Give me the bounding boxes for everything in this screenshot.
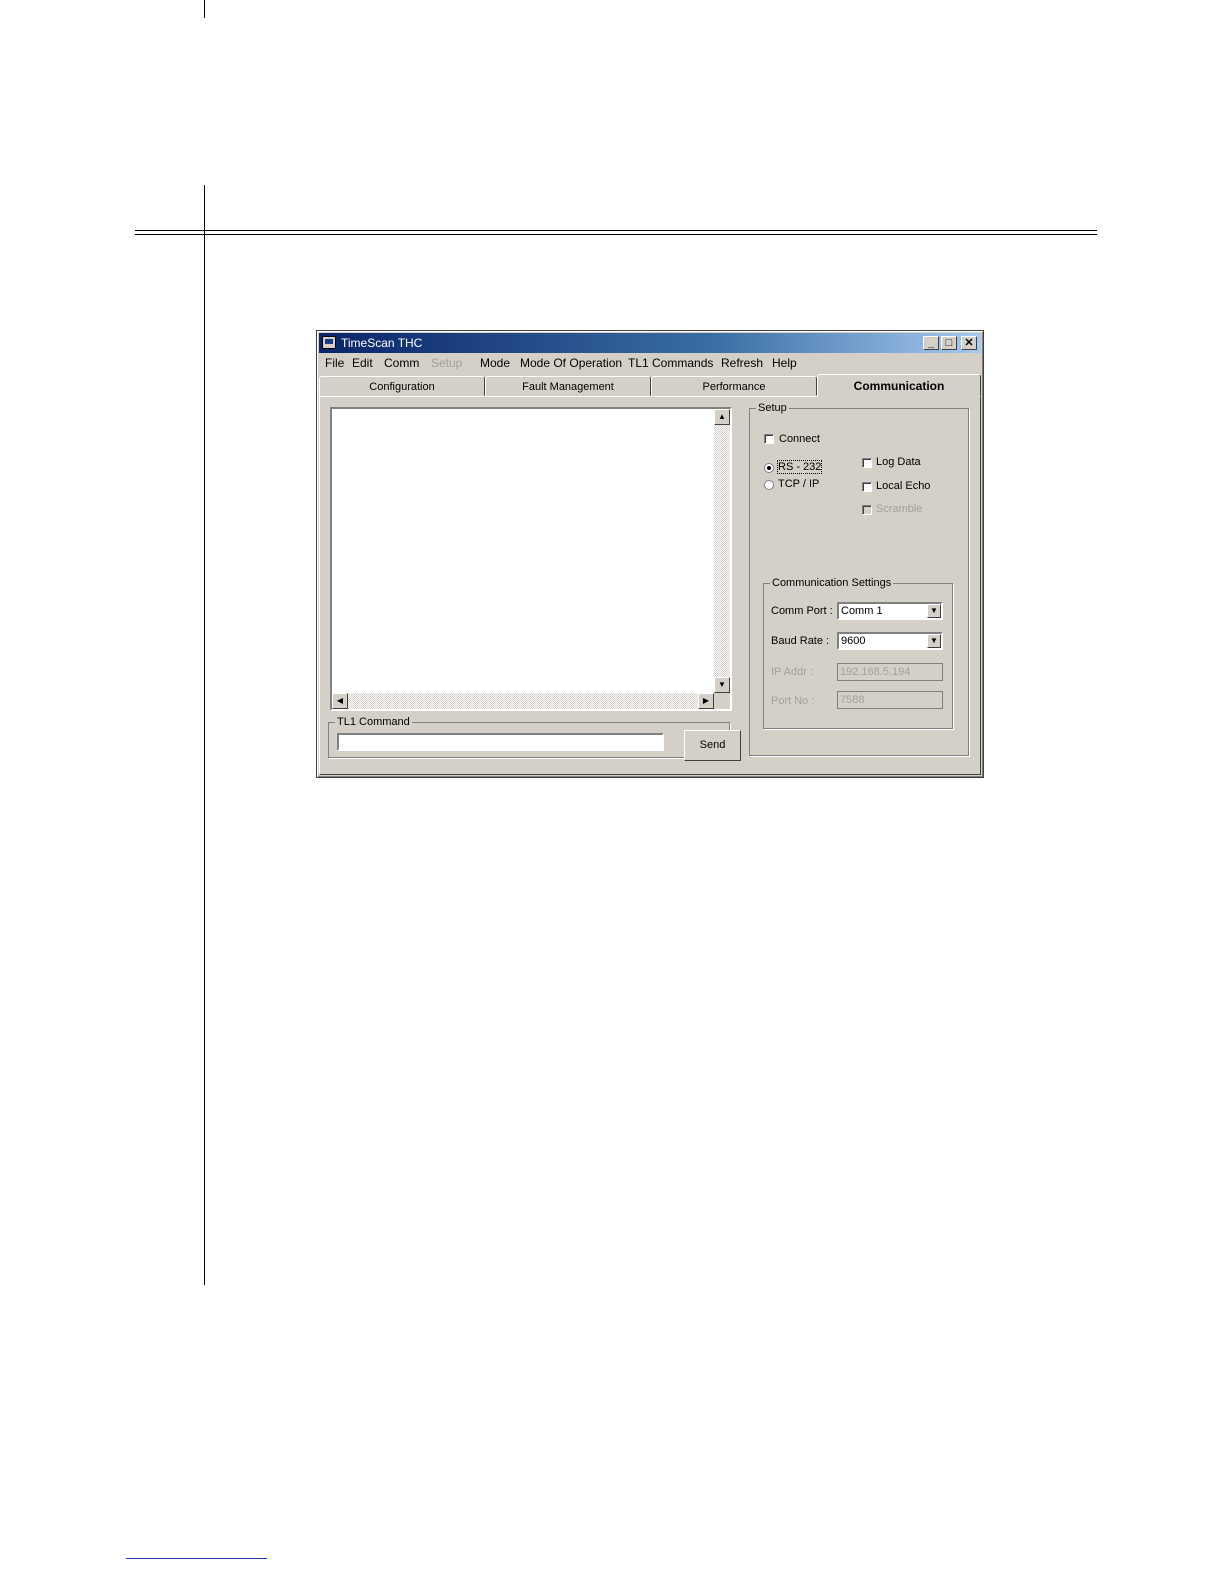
menu-tl1-commands[interactable]: TL1 Commands xyxy=(628,356,713,370)
vertical-scrollbar[interactable]: ▲ ▼ xyxy=(714,409,730,693)
title-bar[interactable]: TimeScan THC _ □ ✕ xyxy=(319,333,981,353)
send-button[interactable]: Send xyxy=(684,730,741,761)
setup-legend: Setup xyxy=(758,402,787,414)
communication-settings-legend: Communication Settings xyxy=(772,577,892,589)
rs232-radio[interactable] xyxy=(764,463,774,473)
menu-comm[interactable]: Comm xyxy=(384,356,419,370)
page-rule-top xyxy=(204,0,205,18)
scroll-up-arrow-icon[interactable]: ▲ xyxy=(714,409,730,425)
baud-rate-value: 9600 xyxy=(841,635,866,647)
menu-setup[interactable]: Setup xyxy=(431,356,462,370)
tcpip-radio[interactable] xyxy=(764,480,774,490)
window-title: TimeScan THC xyxy=(341,336,423,350)
close-button[interactable]: ✕ xyxy=(961,336,977,350)
menu-mode-of-operation[interactable]: Mode Of Operation xyxy=(520,356,622,370)
tl1-command-legend: TL1 Command xyxy=(337,716,410,728)
scramble-label: Scramble xyxy=(876,503,923,515)
chevron-down-icon[interactable]: ▼ xyxy=(927,604,941,618)
connect-label[interactable]: Connect xyxy=(779,433,820,445)
baud-rate-select[interactable]: 9600 ▼ xyxy=(837,632,943,650)
menu-refresh[interactable]: Refresh xyxy=(721,356,763,370)
port-no-label: Port No : xyxy=(771,695,815,707)
tl1-command-input[interactable] xyxy=(337,733,664,751)
connect-checkbox[interactable] xyxy=(764,434,774,444)
comm-port-select[interactable]: Comm 1 ▼ xyxy=(837,602,943,620)
app-window: TimeScan THC _ □ ✕ File Edit Comm Setup … xyxy=(316,330,984,778)
port-no-field[interactable]: 7588 xyxy=(837,691,943,709)
tab-fault-management[interactable]: Fault Management xyxy=(485,376,651,396)
page-footnote-rule xyxy=(126,1558,267,1559)
tab-strip: Configuration Fault Management Performan… xyxy=(319,374,981,397)
tcpip-label[interactable]: TCP / IP xyxy=(778,478,819,490)
scroll-right-arrow-icon[interactable]: ▶ xyxy=(698,693,714,709)
communication-panel: ▲ ▼ ◀ ▶ TL1 Command Send Setup Connect R… xyxy=(319,396,981,775)
terminal-output[interactable]: ▲ ▼ ◀ ▶ xyxy=(330,407,732,711)
maximize-button[interactable]: □ xyxy=(941,336,957,350)
page-rule-horizontal-2 xyxy=(135,234,1097,235)
ip-addr-label: IP Addr : xyxy=(771,666,813,678)
scrollbar-corner xyxy=(714,693,730,709)
local-echo-label[interactable]: Local Echo xyxy=(876,480,930,492)
scroll-down-arrow-icon[interactable]: ▼ xyxy=(714,677,730,693)
scramble-checkbox[interactable] xyxy=(862,505,872,515)
page-rule-vertical xyxy=(204,185,205,1285)
chevron-down-icon[interactable]: ▼ xyxy=(927,634,941,648)
rs232-label[interactable]: RS - 232 xyxy=(776,460,823,474)
horizontal-scrollbar[interactable]: ◀ ▶ xyxy=(332,693,714,709)
baud-rate-label: Baud Rate : xyxy=(771,635,830,647)
log-data-label[interactable]: Log Data xyxy=(876,456,921,468)
menu-help[interactable]: Help xyxy=(772,356,797,370)
menu-bar: File Edit Comm Setup Mode Mode Of Operat… xyxy=(321,354,979,372)
menu-file[interactable]: File xyxy=(325,356,344,370)
comm-port-value: Comm 1 xyxy=(841,605,883,617)
page-rule-horizontal xyxy=(135,230,1097,231)
tab-configuration[interactable]: Configuration xyxy=(319,376,485,396)
scroll-left-arrow-icon[interactable]: ◀ xyxy=(332,693,348,709)
log-data-checkbox[interactable] xyxy=(862,458,872,468)
ip-addr-field[interactable]: 192.168.5.194 xyxy=(837,663,943,681)
menu-mode[interactable]: Mode xyxy=(480,356,510,370)
comm-port-label: Comm Port : xyxy=(771,605,833,617)
minimize-button[interactable]: _ xyxy=(923,336,939,350)
tab-communication[interactable]: Communication xyxy=(817,374,981,397)
tab-performance[interactable]: Performance xyxy=(651,376,817,396)
menu-edit[interactable]: Edit xyxy=(352,356,373,370)
local-echo-checkbox[interactable] xyxy=(862,482,872,492)
app-monitor-icon xyxy=(322,336,336,349)
